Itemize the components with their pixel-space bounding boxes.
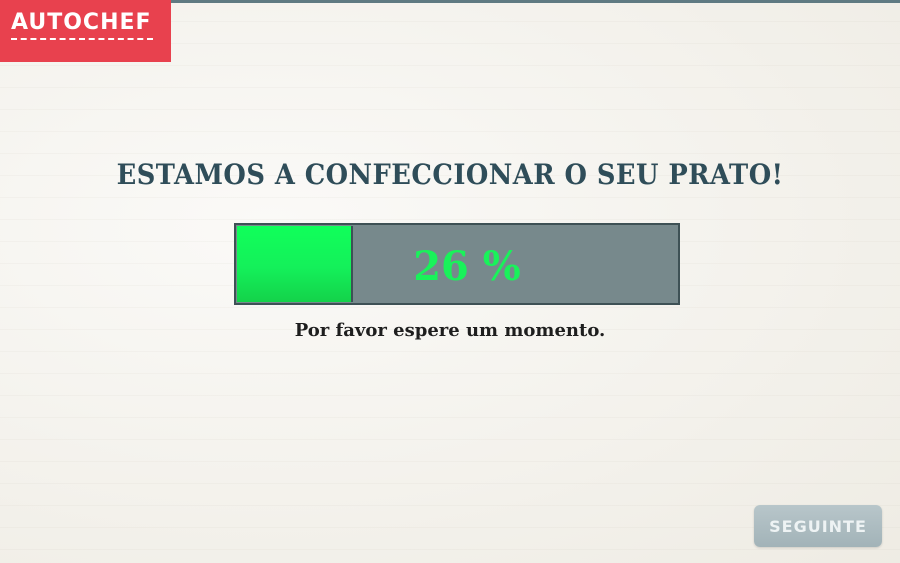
logo-underline <box>11 38 153 40</box>
logo-text: AUTOCHEF <box>11 10 152 35</box>
next-button[interactable]: SEGUINTE <box>754 505 882 547</box>
progress-percentage: 26 % <box>413 243 521 290</box>
page-title: ESTAMOS A CONFECCIONAR O SEU PRATO! <box>116 158 784 191</box>
progress-bar: 26 % <box>234 223 680 305</box>
autochef-logo: AUTOCHEF <box>0 0 171 62</box>
wait-message: Por favor espere um momento. <box>294 320 606 341</box>
